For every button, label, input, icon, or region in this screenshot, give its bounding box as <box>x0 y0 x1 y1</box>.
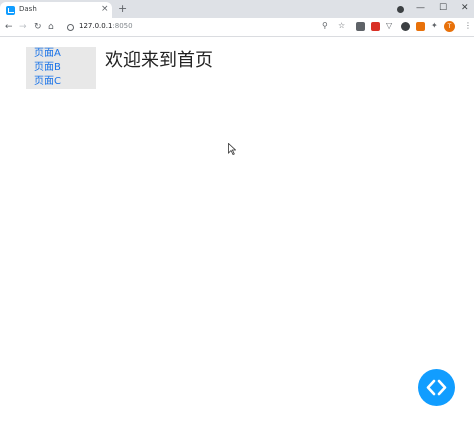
sidebar-nav: 页面A 页面B 页面C <box>26 47 96 89</box>
browser-menu-icon[interactable]: ⋮ <box>464 20 472 32</box>
browser-tab-strip: Dash × + — ☐ ✕ <box>0 0 474 18</box>
extension-dark-icon[interactable] <box>401 22 410 31</box>
page-content: 页面A 页面B 页面C 欢迎来到首页 <box>0 37 474 424</box>
back-arrow-icon[interactable]: ← <box>5 20 13 34</box>
url-host: 127.0.0.1 <box>79 22 113 30</box>
tab-title: Dash <box>19 5 37 13</box>
page-title: 欢迎来到首页 <box>105 50 213 71</box>
dash-devtools-button[interactable] <box>418 369 455 406</box>
site-info-icon[interactable] <box>67 24 74 31</box>
home-icon[interactable]: ⌂ <box>48 20 54 34</box>
browser-tab[interactable]: Dash × <box>0 2 112 18</box>
profile-avatar[interactable]: T <box>444 21 455 32</box>
new-tab-button[interactable]: + <box>118 3 127 14</box>
window-minimize-button[interactable]: — <box>416 2 425 14</box>
sidebar-item-page-c[interactable]: 页面C <box>26 75 96 89</box>
extensions-puzzle-icon[interactable]: ✦ <box>431 20 438 32</box>
media-record-icon[interactable] <box>397 6 404 13</box>
forward-arrow-icon[interactable]: → <box>19 20 27 34</box>
bookmark-star-icon[interactable]: ☆ <box>338 20 345 32</box>
address-bar[interactable]: 127.0.0.1:8050 <box>62 20 334 35</box>
window-maximize-button[interactable]: ☐ <box>439 2 447 14</box>
sidebar-item-page-b[interactable]: 页面B <box>26 61 96 75</box>
extension-translate-icon[interactable] <box>356 22 365 31</box>
window-close-button[interactable]: ✕ <box>461 2 469 14</box>
code-brackets-icon <box>426 379 447 396</box>
extension-orange-icon[interactable] <box>416 22 425 31</box>
url-port: :8050 <box>112 22 133 30</box>
zoom-icon[interactable]: ⚲ <box>322 20 328 32</box>
url-text: 127.0.0.1:8050 <box>79 22 133 30</box>
reload-icon[interactable]: ↻ <box>34 20 42 34</box>
dash-logo-icon <box>6 6 15 15</box>
sidebar-item-page-a[interactable]: 页面A <box>26 47 96 61</box>
tab-close-button[interactable]: × <box>101 4 109 14</box>
browser-toolbar: ← → ↻ ⌂ 127.0.0.1:8050 ⚲ ☆ ▽ ✦ T ⋮ <box>0 18 474 37</box>
extension-red-icon[interactable] <box>371 22 380 31</box>
extension-filter-icon[interactable]: ▽ <box>386 20 392 32</box>
mouse-cursor-icon <box>228 143 236 155</box>
